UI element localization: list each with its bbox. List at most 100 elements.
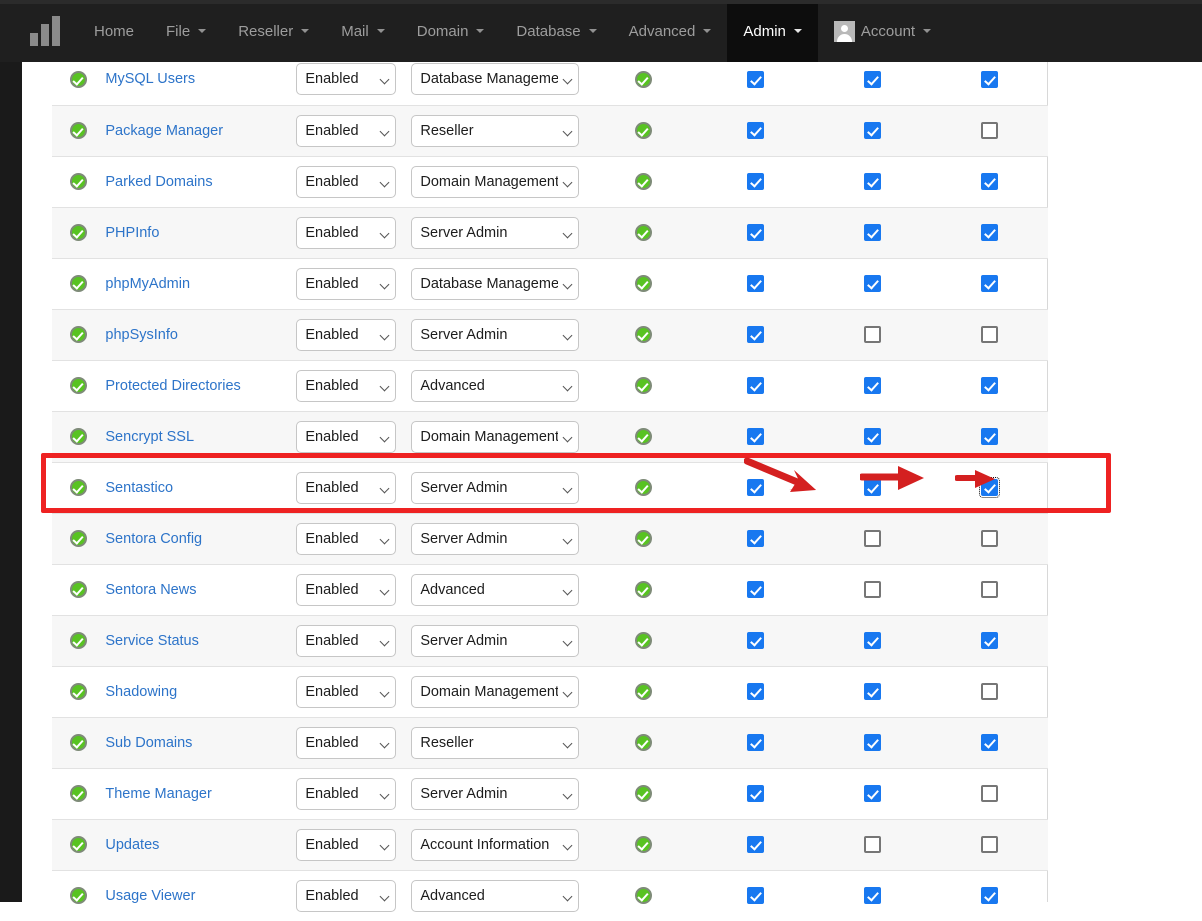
enabled-status-select[interactable]: EnabledDisabled bbox=[296, 370, 396, 402]
module-group-select[interactable]: Account InformationAdvancedDatabase Mana… bbox=[411, 319, 579, 351]
module-link[interactable]: Sentora Config bbox=[105, 531, 202, 547]
bar-chart-logo[interactable] bbox=[30, 16, 60, 46]
nav-item-database[interactable]: Database bbox=[500, 0, 612, 62]
permission-checkbox-3[interactable] bbox=[981, 326, 998, 343]
module-link[interactable]: Sentora News bbox=[105, 582, 196, 598]
module-group-select[interactable]: Account InformationAdvancedDatabase Mana… bbox=[411, 268, 579, 300]
permission-checkbox-2[interactable] bbox=[864, 377, 881, 394]
module-link[interactable]: Package Manager bbox=[105, 123, 223, 139]
permission-checkbox-2[interactable] bbox=[864, 71, 881, 88]
permission-checkbox-2[interactable] bbox=[864, 173, 881, 190]
module-link[interactable]: Sentastico bbox=[105, 480, 173, 496]
permission-checkbox-1[interactable] bbox=[747, 479, 764, 496]
module-group-select[interactable]: Account InformationAdvancedDatabase Mana… bbox=[411, 727, 579, 759]
permission-checkbox-1[interactable] bbox=[747, 785, 764, 802]
permission-checkbox-1[interactable] bbox=[747, 173, 764, 190]
module-link[interactable]: phpMyAdmin bbox=[105, 276, 190, 292]
permission-checkbox-3[interactable] bbox=[981, 836, 998, 853]
enabled-status-select[interactable]: EnabledDisabled bbox=[296, 115, 396, 147]
permission-checkbox-1[interactable] bbox=[747, 377, 764, 394]
permission-checkbox-3[interactable] bbox=[981, 224, 998, 241]
nav-item-file[interactable]: File bbox=[150, 0, 222, 62]
permission-checkbox-1[interactable] bbox=[747, 683, 764, 700]
permission-checkbox-3[interactable] bbox=[981, 428, 998, 445]
permission-checkbox-2[interactable] bbox=[864, 632, 881, 649]
permission-checkbox-3[interactable] bbox=[981, 122, 998, 139]
enabled-status-select[interactable]: EnabledDisabled bbox=[296, 319, 396, 351]
permission-checkbox-3[interactable] bbox=[981, 887, 998, 904]
module-group-select[interactable]: Account InformationAdvancedDatabase Mana… bbox=[411, 421, 579, 453]
permission-checkbox-2[interactable] bbox=[864, 275, 881, 292]
permission-checkbox-2[interactable] bbox=[864, 887, 881, 904]
permission-checkbox-3[interactable] bbox=[981, 581, 998, 598]
enabled-status-select[interactable]: EnabledDisabled bbox=[296, 829, 396, 861]
permission-checkbox-1[interactable] bbox=[747, 632, 764, 649]
module-group-select[interactable]: Account InformationAdvancedDatabase Mana… bbox=[411, 63, 579, 95]
permission-checkbox-3[interactable] bbox=[981, 377, 998, 394]
module-link[interactable]: MySQL Users bbox=[105, 71, 195, 87]
module-link[interactable]: Parked Domains bbox=[105, 174, 212, 190]
permission-checkbox-2[interactable] bbox=[864, 683, 881, 700]
enabled-status-select[interactable]: EnabledDisabled bbox=[296, 523, 396, 555]
permission-checkbox-3[interactable] bbox=[981, 530, 998, 547]
nav-item-account[interactable]: Account bbox=[818, 0, 947, 62]
permission-checkbox-1[interactable] bbox=[747, 887, 764, 904]
enabled-status-select[interactable]: EnabledDisabled bbox=[296, 472, 396, 504]
nav-item-admin[interactable]: Admin bbox=[727, 0, 818, 62]
permission-checkbox-3[interactable] bbox=[981, 479, 998, 496]
permission-checkbox-3[interactable] bbox=[981, 632, 998, 649]
module-link[interactable]: Shadowing bbox=[105, 684, 177, 700]
permission-checkbox-1[interactable] bbox=[747, 326, 764, 343]
nav-item-mail[interactable]: Mail bbox=[325, 0, 401, 62]
enabled-status-select[interactable]: EnabledDisabled bbox=[296, 727, 396, 759]
permission-checkbox-3[interactable] bbox=[981, 734, 998, 751]
permission-checkbox-2[interactable] bbox=[864, 785, 881, 802]
module-group-select[interactable]: Account InformationAdvancedDatabase Mana… bbox=[411, 829, 579, 861]
module-group-select[interactable]: Account InformationAdvancedDatabase Mana… bbox=[411, 574, 579, 606]
module-link[interactable]: Updates bbox=[105, 837, 159, 853]
module-group-select[interactable]: Account InformationAdvancedDatabase Mana… bbox=[411, 778, 579, 810]
module-link[interactable]: Theme Manager bbox=[105, 786, 211, 802]
permission-checkbox-3[interactable] bbox=[981, 683, 998, 700]
module-group-select[interactable]: Account InformationAdvancedDatabase Mana… bbox=[411, 676, 579, 708]
module-group-select[interactable]: Account InformationAdvancedDatabase Mana… bbox=[411, 217, 579, 249]
permission-checkbox-2[interactable] bbox=[864, 224, 881, 241]
permission-checkbox-3[interactable] bbox=[981, 275, 998, 292]
permission-checkbox-2[interactable] bbox=[864, 836, 881, 853]
permission-checkbox-1[interactable] bbox=[747, 122, 764, 139]
module-group-select[interactable]: Account InformationAdvancedDatabase Mana… bbox=[411, 880, 579, 912]
module-group-select[interactable]: Account InformationAdvancedDatabase Mana… bbox=[411, 625, 579, 657]
module-link[interactable]: Service Status bbox=[105, 633, 199, 649]
module-group-select[interactable]: Account InformationAdvancedDatabase Mana… bbox=[411, 523, 579, 555]
enabled-status-select[interactable]: EnabledDisabled bbox=[296, 421, 396, 453]
permission-checkbox-1[interactable] bbox=[747, 581, 764, 598]
module-link[interactable]: Sencrypt SSL bbox=[105, 429, 194, 445]
enabled-status-select[interactable]: EnabledDisabled bbox=[296, 574, 396, 606]
module-link[interactable]: Usage Viewer bbox=[105, 888, 195, 904]
module-link[interactable]: phpSysInfo bbox=[105, 327, 178, 343]
permission-checkbox-2[interactable] bbox=[864, 326, 881, 343]
permission-checkbox-1[interactable] bbox=[747, 428, 764, 445]
permission-checkbox-3[interactable] bbox=[981, 173, 998, 190]
permission-checkbox-1[interactable] bbox=[747, 275, 764, 292]
module-link[interactable]: PHPInfo bbox=[105, 225, 159, 241]
permission-checkbox-2[interactable] bbox=[864, 734, 881, 751]
enabled-status-select[interactable]: EnabledDisabled bbox=[296, 625, 396, 657]
module-link[interactable]: Sub Domains bbox=[105, 735, 192, 751]
enabled-status-select[interactable]: EnabledDisabled bbox=[296, 268, 396, 300]
enabled-status-select[interactable]: EnabledDisabled bbox=[296, 63, 396, 95]
module-group-select[interactable]: Account InformationAdvancedDatabase Mana… bbox=[411, 166, 579, 198]
permission-checkbox-1[interactable] bbox=[747, 71, 764, 88]
permission-checkbox-2[interactable] bbox=[864, 530, 881, 547]
module-group-select[interactable]: Account InformationAdvancedDatabase Mana… bbox=[411, 115, 579, 147]
permission-checkbox-1[interactable] bbox=[747, 734, 764, 751]
permission-checkbox-3[interactable] bbox=[981, 785, 998, 802]
enabled-status-select[interactable]: EnabledDisabled bbox=[296, 676, 396, 708]
enabled-status-select[interactable]: EnabledDisabled bbox=[296, 778, 396, 810]
nav-item-reseller[interactable]: Reseller bbox=[222, 0, 325, 62]
module-group-select[interactable]: Account InformationAdvancedDatabase Mana… bbox=[411, 472, 579, 504]
nav-item-advanced[interactable]: Advanced bbox=[613, 0, 728, 62]
permission-checkbox-2[interactable] bbox=[864, 428, 881, 445]
permission-checkbox-2[interactable] bbox=[864, 479, 881, 496]
permission-checkbox-1[interactable] bbox=[747, 836, 764, 853]
